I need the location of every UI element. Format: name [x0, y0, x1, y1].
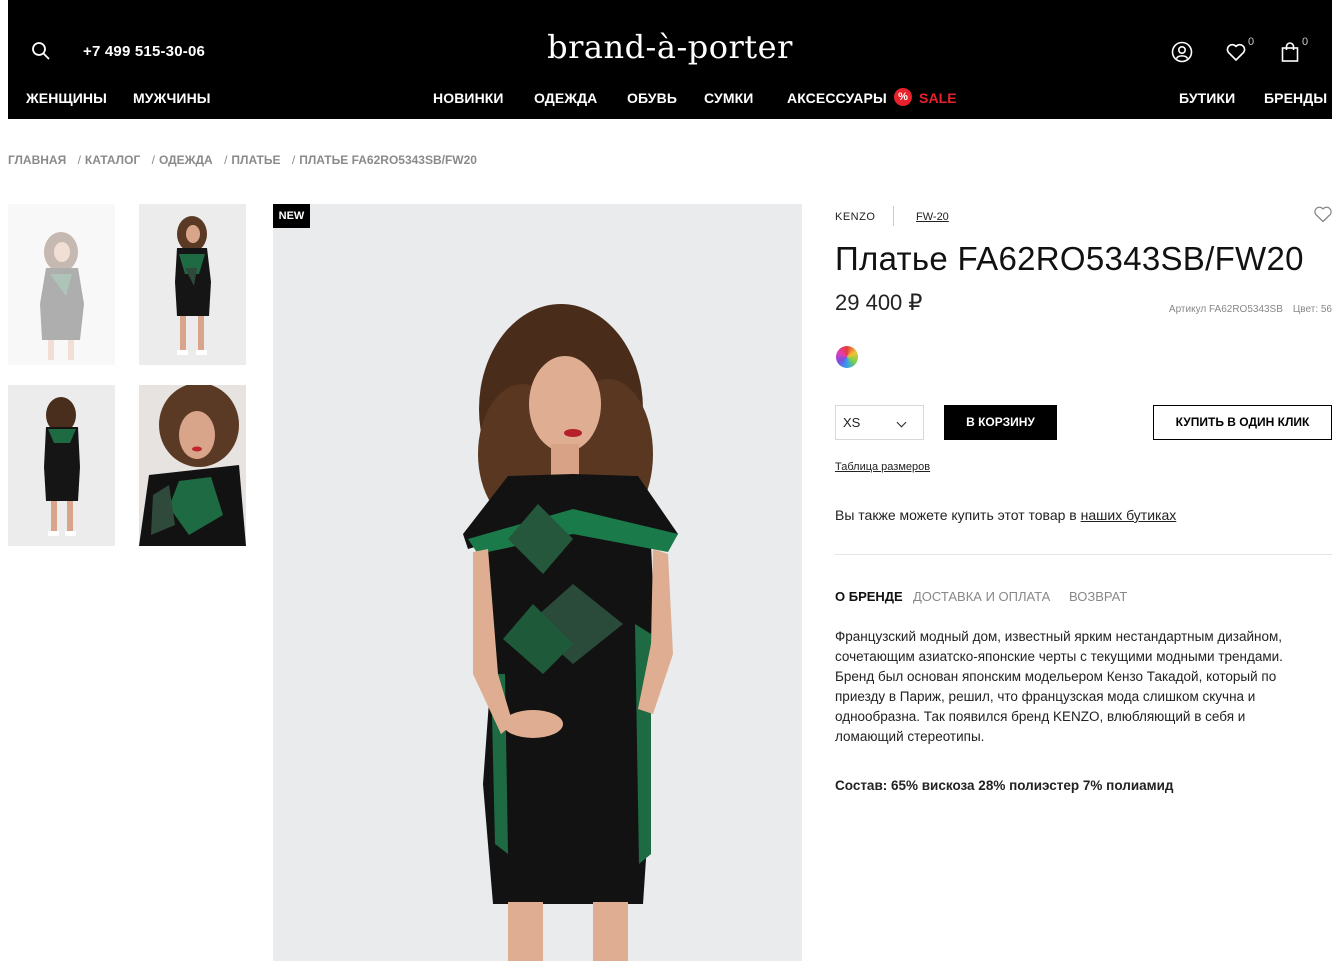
favorite-heart-icon[interactable] — [1313, 205, 1333, 223]
divider — [893, 206, 894, 226]
add-to-cart-button[interactable]: В КОРЗИНУ — [944, 405, 1057, 440]
nav-brands[interactable]: БРЕНДЫ — [1264, 90, 1327, 106]
size-value: XS — [843, 415, 861, 430]
color-swatch[interactable] — [836, 346, 858, 368]
buy-one-click-button[interactable]: КУПИТЬ В ОДИН КЛИК — [1153, 405, 1332, 440]
breadcrumb-separator: / — [224, 153, 228, 167]
nav-sale[interactable]: SALE — [919, 90, 957, 106]
boutiques-link[interactable]: наших бутиках — [1081, 507, 1177, 523]
gallery-thumbnail[interactable] — [139, 204, 246, 365]
wishlist-count: 0 — [1248, 36, 1255, 48]
nav-new[interactable]: НОВИНКИ — [433, 90, 504, 106]
nav-accessories[interactable]: АКСЕССУАРЫ — [787, 90, 887, 106]
site-logo[interactable]: brand-à-porter — [8, 28, 1332, 66]
nav-men[interactable]: МУЖЧИНЫ — [133, 90, 211, 106]
composition: Состав: 65% вискоза 28% полиэстер 7% пол… — [835, 778, 1174, 793]
breadcrumb-dress[interactable]: ПЛАТЬЕ — [231, 153, 280, 167]
breadcrumb-clothing[interactable]: ОДЕЖДА — [159, 153, 213, 167]
color-code: Цвет: 56 — [1292, 304, 1332, 315]
gallery-thumbnail[interactable] — [8, 204, 115, 365]
tab-delivery-payment[interactable]: ДОСТАВКА И ОПЛАТА — [913, 589, 1050, 604]
size-select[interactable]: XS — [835, 405, 924, 440]
breadcrumb-current: ПЛАТЬЕ FA62RO5343SB/FW20 — [299, 153, 477, 167]
boutiques-text: Вы также можете купить этот товар в — [835, 507, 1081, 523]
breadcrumb-home[interactable]: ГЛАВНАЯ — [8, 153, 66, 167]
nav-shoes[interactable]: ОБУВЬ — [627, 90, 677, 106]
nav-clothing[interactable]: ОДЕЖДА — [534, 90, 597, 106]
brand-link[interactable]: KENZO — [835, 211, 875, 223]
gallery-thumbnail[interactable] — [8, 385, 115, 546]
season-link[interactable]: FW-20 — [916, 211, 949, 223]
cart-count: 0 — [1302, 36, 1309, 48]
size-table-link[interactable]: Таблица размеров — [835, 461, 930, 473]
gallery-thumbnail[interactable] — [139, 385, 246, 546]
product-meta: Артикул FA62RO5343SB Цвет: 56 — [1169, 304, 1332, 315]
nav-boutiques[interactable]: БУТИКИ — [1179, 90, 1235, 106]
product-title: Платье FA62RO5343SB/FW20 — [835, 240, 1304, 277]
breadcrumb-separator: / — [77, 153, 81, 167]
brand-description: Французский модный дом, известный ярким … — [835, 629, 1283, 744]
tab-about-brand[interactable]: О БРЕНДЕ — [835, 589, 903, 604]
breadcrumb-separator: / — [151, 153, 155, 167]
chevron-down-icon — [896, 417, 907, 428]
divider — [835, 554, 1332, 555]
user-icon[interactable] — [1170, 40, 1194, 64]
product-main-image[interactable] — [273, 204, 802, 961]
site-header: +7 499 515-30-06 brand-à-porter 0 0 ЖЕНЩ… — [8, 0, 1332, 119]
tab-returns[interactable]: ВОЗВРАТ — [1069, 589, 1127, 604]
article-number: Артикул FA62RO5343SB — [1168, 304, 1283, 315]
breadcrumb-catalog[interactable]: КАТАЛОГ — [85, 153, 140, 167]
heart-icon[interactable] — [1224, 40, 1248, 64]
breadcrumb-separator: / — [291, 153, 296, 167]
product-price: 29 400 ₽ — [835, 290, 923, 315]
sale-percent-icon[interactable]: % — [894, 88, 912, 106]
bag-icon[interactable] — [1278, 40, 1302, 64]
breadcrumb: ГЛАВНАЯ / КАТАЛОГ / ОДЕЖДА / ПЛАТЬЕ / ПЛАТЬЕ… — [8, 153, 477, 167]
boutiques-note: Вы также можете купить этот товар в наши… — [835, 507, 1176, 523]
new-badge: NEW — [273, 204, 310, 228]
nav-women[interactable]: ЖЕНЩИНЫ — [26, 90, 107, 106]
nav-bags[interactable]: СУМКИ — [704, 90, 753, 106]
